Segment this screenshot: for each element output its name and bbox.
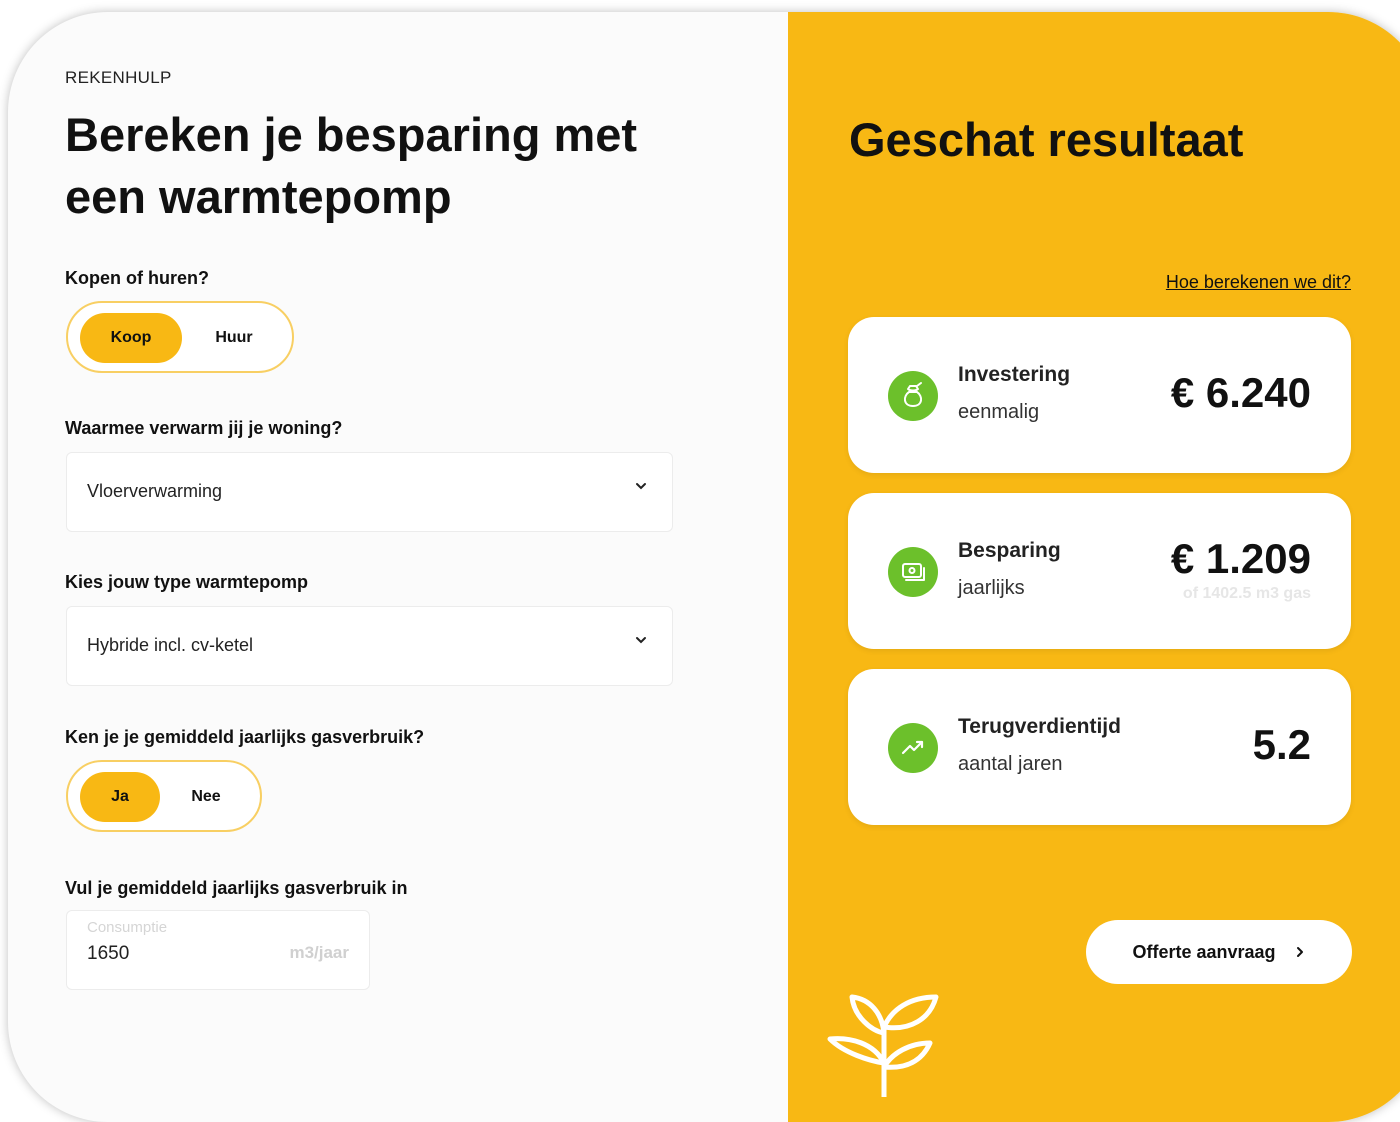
result-title: Geschat resultaat xyxy=(849,113,1244,166)
buy-option[interactable]: Koop xyxy=(80,313,182,363)
investment-value: € 6.240 xyxy=(1170,369,1311,416)
how-calculated-link[interactable]: Hoe berekenen we dit? xyxy=(1166,272,1351,293)
pump-type-label: Kies jouw type warmtepomp xyxy=(65,572,309,592)
chevron-right-icon xyxy=(1296,947,1303,957)
payback-name: Terugverdientijd xyxy=(958,715,1121,738)
know-usage-toggle: Ja Nee xyxy=(66,760,262,832)
page-title: Bereken je besparing met een warmtepomp xyxy=(65,108,638,223)
quote-request-button[interactable]: Offerte aanvraag xyxy=(1086,920,1352,984)
consumption-value: 1650 xyxy=(87,943,130,964)
money-bag-icon xyxy=(888,371,938,421)
quote-request-label: Offerte aanvraag xyxy=(1132,941,1276,962)
savings-sub: jaarlijks xyxy=(958,577,1025,599)
pump-type-select-value: Hybride incl. cv-ketel xyxy=(87,635,254,655)
no-option[interactable]: Nee xyxy=(164,772,248,822)
investment-name: Investering xyxy=(958,363,1071,386)
buy-rent-toggle: Koop Huur xyxy=(66,301,294,373)
calculator-form-panel: REKENHULP Bereken je besparing met een w… xyxy=(8,12,788,1122)
eyebrow-label: REKENHULP xyxy=(65,68,172,87)
cash-icon xyxy=(888,547,938,597)
pump-type-select[interactable]: Hybride incl. cv-ketel xyxy=(66,606,673,686)
chevron-down-icon xyxy=(636,637,646,644)
savings-gas-note: of 1402.5 m3 gas xyxy=(1182,585,1311,602)
calculator-card: REKENHULP Bereken je besparing met een w… xyxy=(8,12,1400,1122)
payback-card: Terugverdientijd aantal jaren 5.2 xyxy=(848,669,1351,825)
yes-option[interactable]: Ja xyxy=(80,772,160,822)
savings-name: Besparing xyxy=(958,539,1061,562)
usage-input-label: Vul je gemiddeld jaarlijks gasverbruik i… xyxy=(65,878,408,898)
consumption-unit: m3/jaar xyxy=(289,943,349,962)
result-panel: Geschat resultaat Hoe berekenen we dit? … xyxy=(788,12,1400,1122)
trend-up-icon xyxy=(888,723,938,773)
rent-option[interactable]: Huur xyxy=(186,313,282,363)
investment-card: Investering eenmalig € 6.240 xyxy=(848,317,1351,473)
heating-label: Waarmee verwarm jij je woning? xyxy=(65,418,343,438)
consumption-field-label: Consumptie xyxy=(87,919,168,936)
heating-select[interactable]: Vloerverwarming xyxy=(66,452,673,532)
heating-select-value: Vloerverwarming xyxy=(87,481,223,501)
know-usage-label: Ken je je gemiddeld jaarlijks gasverbrui… xyxy=(65,727,425,747)
buy-rent-label: Kopen of huren? xyxy=(65,268,209,288)
payback-sub: aantal jaren xyxy=(958,753,1063,775)
chevron-down-icon xyxy=(636,483,646,490)
gas-usage-input[interactable]: Consumptie 1650 m3/jaar xyxy=(66,910,370,990)
plant-icon xyxy=(827,994,939,1097)
savings-value: € 1.209 xyxy=(1170,535,1311,582)
investment-sub: eenmalig xyxy=(958,401,1040,423)
savings-card: Besparing jaarlijks € 1.209 of 1402.5 m3… xyxy=(848,493,1351,649)
payback-value: 5.2 xyxy=(1252,721,1311,768)
